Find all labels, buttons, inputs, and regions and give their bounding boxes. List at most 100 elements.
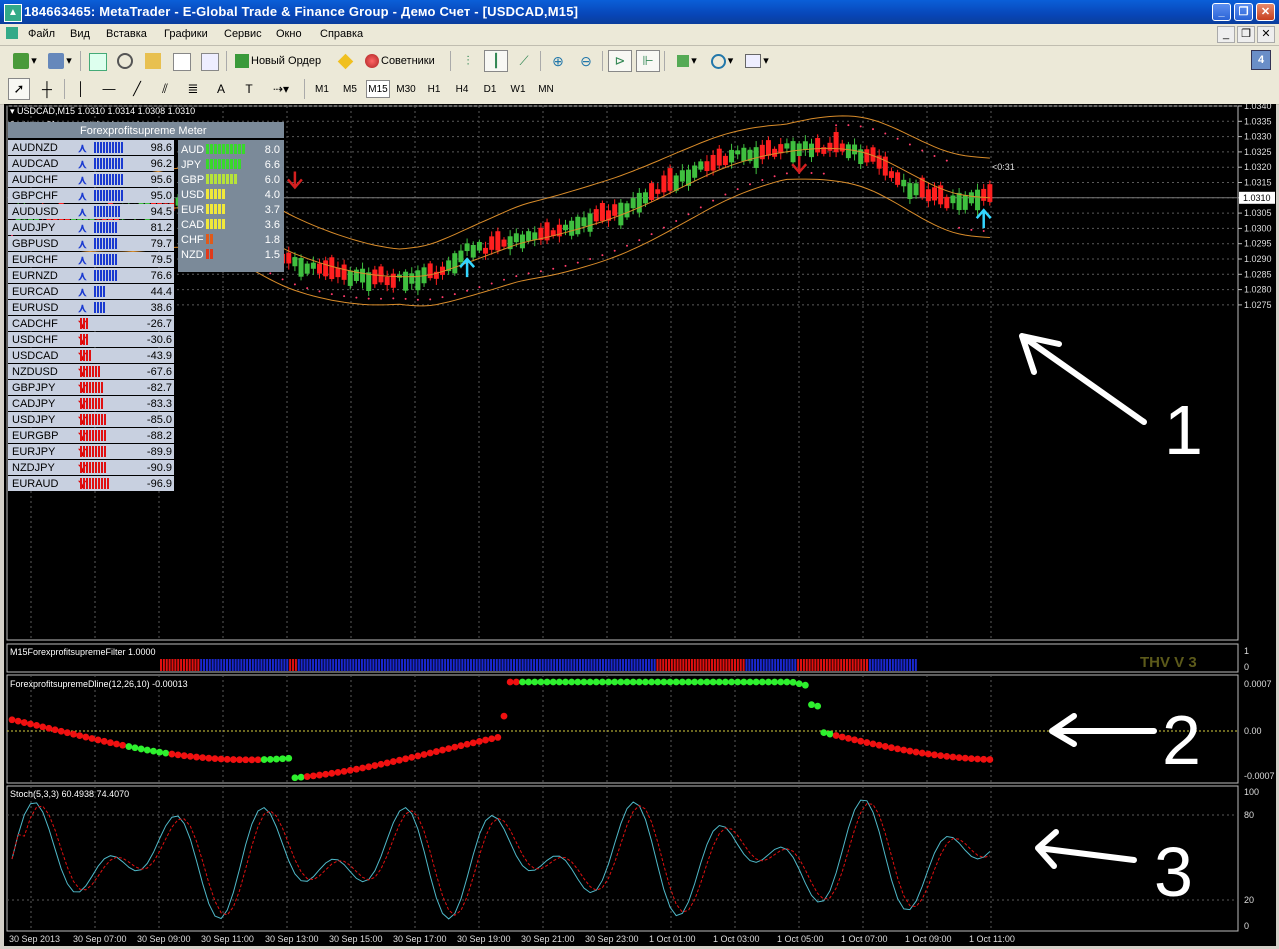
- dline-dot: [777, 678, 785, 686]
- dline-dot: [709, 678, 717, 686]
- chart-shift-button[interactable]: ⊩: [636, 50, 660, 72]
- strength-bar-segment: [97, 174, 99, 185]
- strength-bar-segment: [115, 158, 117, 169]
- periods-button[interactable]: ▾: [704, 50, 738, 72]
- navigator-button[interactable]: [142, 50, 164, 72]
- mdi-restore-button[interactable]: ❐: [1237, 26, 1255, 43]
- currency-strength-segment: [210, 189, 213, 199]
- parabolic-sar-dot: [945, 159, 948, 162]
- price-axis-label: 1.0290: [1244, 254, 1272, 264]
- timeframe-m5[interactable]: M5: [338, 80, 362, 98]
- timeframe-m1[interactable]: M1: [310, 80, 334, 98]
- trendline-tool[interactable]: ╱: [126, 78, 148, 100]
- auto-scroll-button[interactable]: ⊳: [608, 50, 632, 72]
- experts-button[interactable]: Советники: [362, 50, 444, 72]
- timeframe-m30[interactable]: M30: [394, 80, 418, 98]
- filter-bar: [633, 659, 636, 671]
- label-tool[interactable]: T: [238, 78, 260, 100]
- crosshair-tool[interactable]: ┼: [36, 78, 58, 100]
- menu-charts[interactable]: Графики: [164, 28, 208, 40]
- filter-bar: [639, 659, 642, 671]
- dline-dot: [33, 721, 40, 729]
- currency-strength-segment: [214, 144, 217, 154]
- strength-bar-segment: [92, 462, 94, 473]
- filter-bar: [398, 659, 401, 671]
- toolbar-separator: [450, 51, 451, 71]
- line-chart-button[interactable]: ⟋: [512, 50, 536, 72]
- timeframe-m15[interactable]: M15: [366, 80, 390, 98]
- meter-pair-name: GBPUSD: [12, 238, 59, 250]
- timeframe-h1[interactable]: H1: [422, 80, 446, 98]
- terminal-button[interactable]: [170, 50, 192, 72]
- filter-bar: [797, 659, 800, 671]
- templates-button[interactable]: ▾: [740, 50, 772, 72]
- dline-dot: [469, 739, 477, 747]
- horizontal-line-tool[interactable]: —: [98, 78, 120, 100]
- bar-chart-button[interactable]: ⫶: [456, 50, 480, 72]
- timeframe-d1[interactable]: D1: [478, 80, 502, 98]
- candle-body: [341, 264, 347, 280]
- channel-tool[interactable]: ⫽: [154, 78, 176, 100]
- parabolic-sar-dot: [380, 297, 382, 300]
- candle-body: [932, 187, 937, 201]
- menu-window[interactable]: Окно: [276, 28, 302, 40]
- time-axis-label: 1 Oct 05:00: [777, 934, 824, 944]
- dline-dot: [230, 756, 237, 763]
- menu-file[interactable]: Файл: [28, 28, 55, 40]
- crosshair-icon: ┼: [42, 81, 52, 97]
- notification-badge[interactable]: 4: [1251, 50, 1271, 70]
- profiles-button[interactable]: ▾: [44, 50, 74, 72]
- timeframe-mn[interactable]: MN: [534, 80, 558, 98]
- filter-bar: [458, 659, 461, 671]
- filter-bar: [237, 659, 240, 671]
- strategy-tester-button[interactable]: [198, 50, 220, 72]
- dline-dot: [611, 678, 619, 686]
- market-watch-button[interactable]: [86, 50, 108, 72]
- metaeditor-button[interactable]: [334, 50, 356, 72]
- new-order-button[interactable]: Новый Ордер: [232, 50, 328, 72]
- strength-bar-segment: [100, 302, 102, 313]
- new-chart-button[interactable]: ▾: [6, 50, 42, 72]
- strength-bar-segment: [109, 270, 111, 281]
- text-tool[interactable]: A: [210, 78, 232, 100]
- menu-insert[interactable]: Вставка: [106, 28, 147, 40]
- currency-strength-segment: [226, 144, 229, 154]
- zoom-out-button[interactable]: ⊖: [574, 50, 598, 72]
- price-chart-svg[interactable]: 1.0340 1.0335 1.0330 1.0325 1.0320 1.0315 1.03…: [4, 101, 1276, 946]
- close-button[interactable]: ✕: [1256, 3, 1275, 21]
- timeframe-h4[interactable]: H4: [450, 80, 474, 98]
- zoom-in-button[interactable]: ⊕: [546, 50, 570, 72]
- arrows-tool[interactable]: ⇢▾: [266, 78, 296, 100]
- mdi-minimize-button[interactable]: _: [1217, 26, 1235, 43]
- channel-icon: ⫽: [162, 81, 168, 96]
- strength-bar-segment: [80, 430, 82, 441]
- strength-bar-segment: [80, 446, 82, 457]
- menu-help[interactable]: Справка: [320, 28, 363, 40]
- chart-window[interactable]: 1.0340 1.0335 1.0330 1.0325 1.0320 1.0315 1.03…: [4, 101, 1276, 946]
- vertical-line-tool[interactable]: │: [70, 78, 92, 100]
- dline-dot: [100, 737, 108, 745]
- indicators-button[interactable]: ▾: [670, 50, 702, 72]
- meter-pair-value: -90.9: [147, 462, 172, 474]
- menu-view[interactable]: Вид: [70, 28, 90, 40]
- time-axis-label: 30 Sep 07:00: [73, 934, 127, 944]
- parabolic-sar-dot: [466, 289, 469, 292]
- annotation-number-1: 1: [1164, 391, 1203, 469]
- minimize-button[interactable]: _: [1212, 3, 1231, 21]
- data-window-button[interactable]: [114, 50, 136, 72]
- strength-bar-segment: [86, 462, 88, 473]
- maximize-button[interactable]: ❐: [1234, 3, 1253, 21]
- currency-strength-segment: [206, 234, 209, 244]
- filter-bar: [191, 659, 194, 671]
- filter-bar: [266, 659, 269, 671]
- timeframe-w1[interactable]: W1: [506, 80, 530, 98]
- mdi-close-button[interactable]: ✕: [1257, 26, 1275, 43]
- cursor-tool[interactable]: ➚: [8, 78, 30, 100]
- candle-body: [569, 220, 575, 236]
- strength-bar-segment: [101, 398, 103, 409]
- candlestick-button[interactable]: ┃: [484, 50, 508, 72]
- menu-tools[interactable]: Сервис: [224, 28, 262, 40]
- fibonacci-tool[interactable]: ≣: [182, 78, 204, 100]
- candlestick-icon: ┃: [492, 53, 500, 68]
- chart-window-icon[interactable]: [6, 27, 18, 39]
